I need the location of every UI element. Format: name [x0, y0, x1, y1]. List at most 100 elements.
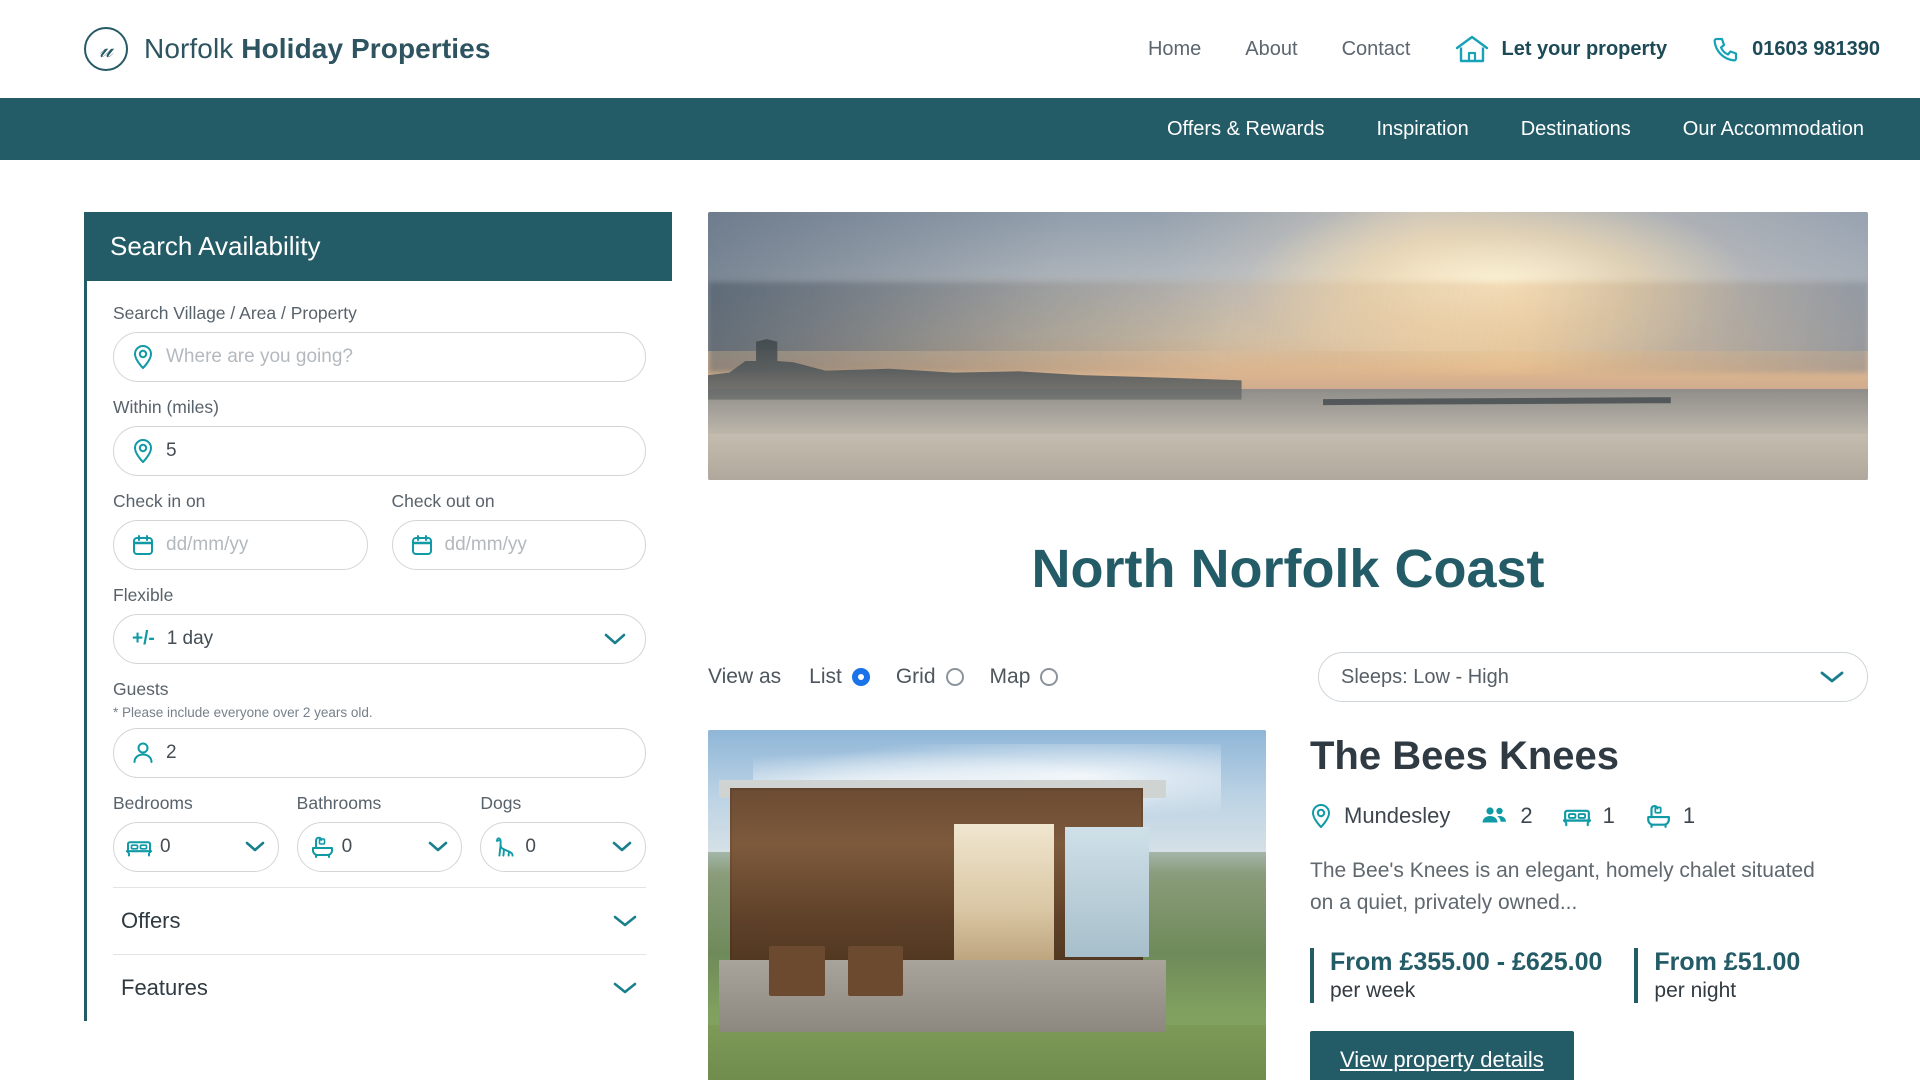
- sort-control-wrapper: Sleeps: Low - High: [1318, 652, 1868, 702]
- field-within-miles: Within (miles) 5: [113, 397, 646, 476]
- map-pin-icon: [132, 438, 154, 464]
- accordion-features[interactable]: Features: [113, 955, 646, 1021]
- flexible-select[interactable]: +/- 1 day: [113, 614, 646, 664]
- field-flexible: Flexible +/- 1 day: [113, 585, 646, 664]
- view-as-label: View as: [708, 665, 782, 688]
- brand-logo[interactable]: 𝓊 Norfolk Holiday Properties: [84, 27, 491, 71]
- guests-value: 2: [166, 742, 177, 763]
- phone-icon: [1711, 35, 1739, 63]
- calendar-icon: [132, 534, 154, 556]
- nav-our-accommodation[interactable]: Our Accommodation: [1683, 118, 1864, 141]
- view-option-map-label: Map: [989, 665, 1031, 688]
- nav-item-home[interactable]: Home: [1148, 38, 1201, 61]
- price-per-night-unit: per night: [1654, 979, 1737, 1002]
- accordion-offers[interactable]: Offers: [113, 888, 646, 955]
- photo-window: [1065, 827, 1149, 957]
- content-area: Search Availability Search Village / Are…: [0, 160, 1920, 1080]
- label-search-area: Search Village / Area / Property: [113, 303, 357, 323]
- nav-item-about[interactable]: About: [1245, 38, 1297, 61]
- label-check-out: Check out on: [391, 491, 495, 511]
- person-icon: [132, 741, 154, 765]
- dogs-value: 0: [525, 836, 536, 857]
- nav-item-contact[interactable]: Contact: [1342, 38, 1411, 61]
- property-pricing: From £355.00 - £625.00 per week From £51…: [1310, 948, 1868, 1003]
- radio-grid-icon[interactable]: [945, 668, 964, 686]
- within-miles-input[interactable]: 5: [113, 426, 646, 476]
- flexible-value: 1 day: [166, 628, 214, 649]
- search-availability-panel: Search Availability Search Village / Are…: [84, 212, 672, 1080]
- field-bathrooms: Bathrooms 0: [296, 793, 463, 872]
- results-toolbar: View as List Grid Map Sleeps: Low - High: [708, 652, 1868, 702]
- label-within-miles: Within (miles): [113, 397, 219, 417]
- phone-link[interactable]: 01603 981390: [1711, 35, 1880, 63]
- view-option-grid-label: Grid: [895, 665, 936, 688]
- site-header: 𝓊 Norfolk Holiday Properties Home About …: [0, 0, 1920, 98]
- bathrooms-value: 0: [341, 836, 353, 857]
- view-option-list-label: List: [809, 665, 842, 688]
- label-dogs: Dogs: [480, 793, 522, 813]
- primary-nav: Offers & Rewards Inspiration Destination…: [0, 98, 1920, 160]
- let-your-property-link[interactable]: Let your property: [1455, 34, 1668, 64]
- page-title: North Norfolk Coast: [1031, 539, 1545, 599]
- chevron-down-icon: [603, 631, 627, 647]
- bedrooms-select[interactable]: 0: [113, 822, 279, 872]
- check-out-input[interactable]: dd/mm/yy: [391, 520, 646, 570]
- map-pin-icon: [1310, 803, 1332, 829]
- chevron-down-icon: [427, 840, 449, 854]
- sort-select[interactable]: Sleeps: Low - High: [1318, 652, 1868, 702]
- chevron-down-icon: [1819, 669, 1845, 685]
- chevron-down-icon: [244, 840, 266, 854]
- map-pin-icon: [132, 344, 154, 370]
- property-location-label: Mundesley: [1344, 803, 1451, 828]
- filter-accordion: Offers Features: [113, 887, 646, 1021]
- nav-inspiration[interactable]: Inspiration: [1376, 118, 1468, 141]
- property-sleeps: 2: [1480, 803, 1533, 829]
- phone-number: 01603 981390: [1752, 37, 1880, 60]
- property-meta-row: Mundesley 2 1 1: [1310, 803, 1868, 829]
- label-check-in: Check in on: [113, 491, 206, 511]
- label-guests: Guests: [113, 679, 169, 699]
- property-name[interactable]: The Bees Knees: [1310, 734, 1868, 779]
- property-bedrooms-count: 1: [1602, 803, 1615, 828]
- property-sleeps-count: 2: [1520, 803, 1533, 828]
- view-option-map[interactable]: Map: [990, 665, 1059, 689]
- hero-image: [708, 212, 1868, 480]
- property-details: The Bees Knees Mundesley 2 1 1 The Bee's…: [1310, 730, 1868, 1080]
- nav-destinations[interactable]: Destinations: [1521, 118, 1631, 141]
- photo-grass: [708, 1025, 1266, 1080]
- radio-list-icon[interactable]: [851, 668, 870, 686]
- bedrooms-value: 0: [160, 836, 171, 857]
- guests-note: * Please include everyone over 2 years o…: [113, 705, 373, 720]
- search-area-input[interactable]: Where are you going?: [113, 332, 646, 382]
- search-panel-title: Search Availability: [84, 212, 672, 281]
- nav-offers-rewards[interactable]: Offers & Rewards: [1167, 118, 1324, 141]
- page-root: 𝓊 Norfolk Holiday Properties Home About …: [0, 0, 1920, 1080]
- dogs-select[interactable]: 0: [480, 822, 647, 872]
- accordion-offers-label: Offers: [121, 908, 181, 933]
- view-as-radio-group: List Grid Map: [809, 665, 1059, 689]
- search-panel-body: Search Village / Area / Property Where a…: [84, 281, 672, 1021]
- flexible-prefix: +/-: [132, 628, 155, 649]
- property-photo[interactable]: [708, 730, 1266, 1080]
- label-flexible: Flexible: [113, 585, 174, 605]
- view-property-details-button[interactable]: View property details: [1310, 1031, 1574, 1080]
- field-search-area: Search Village / Area / Property Where a…: [113, 303, 646, 382]
- field-guests: Guests * Please include everyone over 2 …: [113, 679, 646, 778]
- let-your-property-label: Let your property: [1501, 37, 1668, 60]
- utility-nav: Home About Contact Let your property 016…: [1148, 34, 1880, 64]
- view-option-grid[interactable]: Grid: [896, 665, 964, 689]
- property-location: Mundesley: [1310, 803, 1450, 829]
- photo-chair-left: [769, 946, 826, 997]
- view-option-list[interactable]: List: [809, 665, 870, 689]
- room-filters-row: Bedrooms 0 Bathrooms 0 Dogs 0: [113, 793, 647, 887]
- bed-icon: [1562, 805, 1591, 827]
- bathrooms-select[interactable]: 0: [296, 822, 463, 872]
- calendar-icon: [411, 534, 433, 556]
- field-check-in: Check in on dd/mm/yy: [113, 491, 368, 570]
- brand-name-bold: Holiday Properties: [241, 33, 491, 64]
- house-icon: [1455, 34, 1489, 64]
- dog-icon: [493, 835, 517, 859]
- radio-map-icon[interactable]: [1040, 668, 1059, 686]
- check-in-input[interactable]: dd/mm/yy: [113, 520, 368, 570]
- guests-input[interactable]: 2: [113, 728, 646, 778]
